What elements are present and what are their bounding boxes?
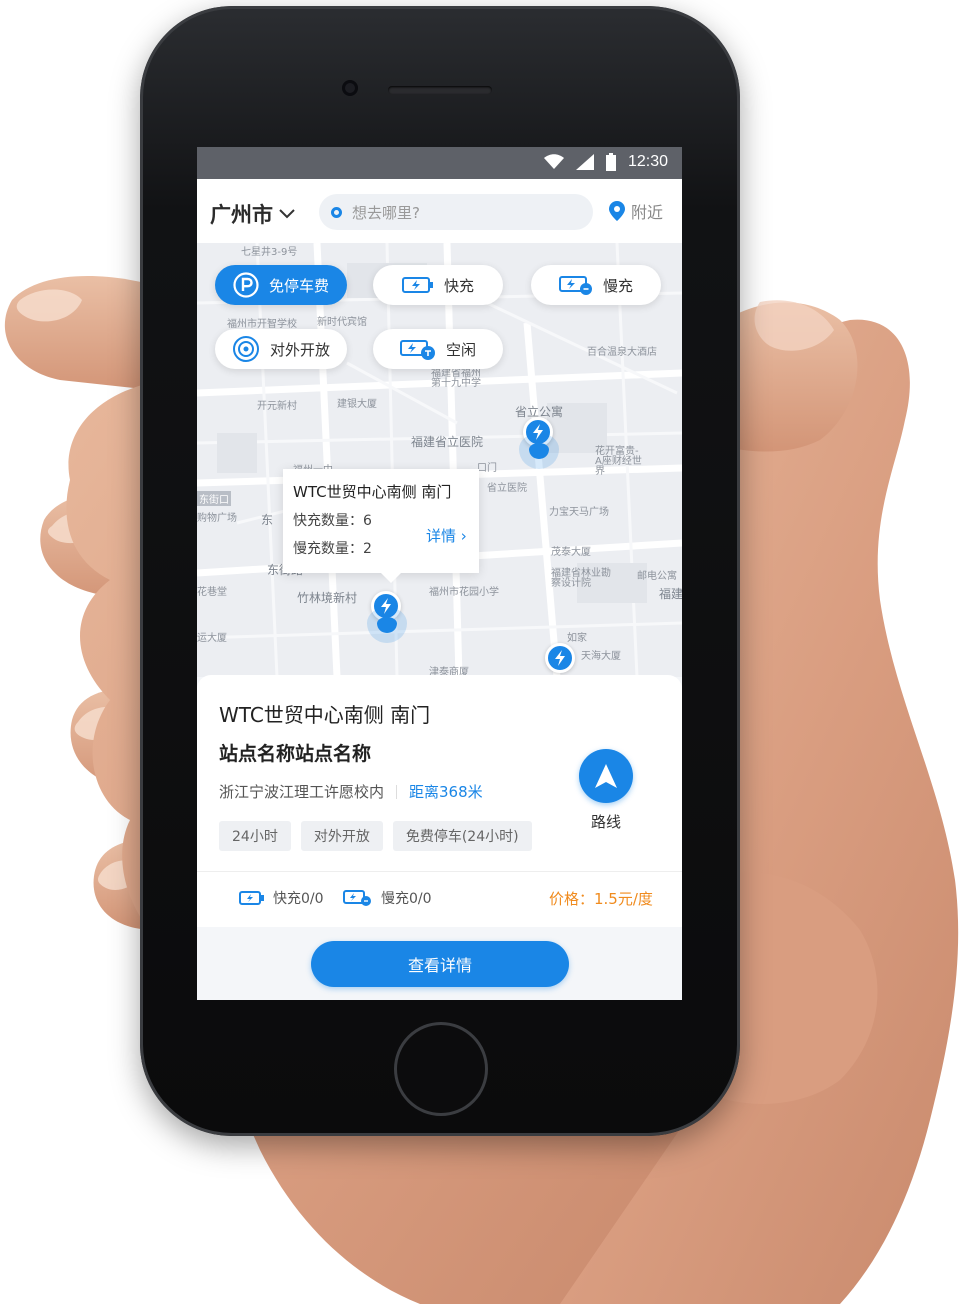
station-popup: WTC世贸中心南侧 南门 快充数量：6 慢充数量：2 详情 › [283,469,479,583]
map-label: 福建省福州第十九中学 [431,368,481,389]
filter-fast-charge[interactable]: 快充 [373,265,503,305]
chevron-down-icon [279,209,295,219]
station-address-row: 浙江宁波江理工许愿校内 距离368米 [219,781,483,802]
map-label: 力宝天马广场 [549,507,609,518]
map-label: 花巷堂 [197,587,227,598]
map-label: 口门 [477,463,497,474]
filter-label: 免停车费 [268,276,329,295]
map-label: 开元新村 [257,401,297,412]
idle-charger-icon [399,340,435,360]
city-selector[interactable]: 广州市 [210,199,295,229]
view-details-label: 查看详情 [407,956,472,975]
filter-label: 对外开放 [269,340,330,359]
map-label: 福州市开智学校 [227,319,297,330]
nearby-button[interactable]: 附近 [609,199,663,223]
map-label: 购物广场 [197,513,237,524]
filter-label: 慢充 [602,276,633,295]
map-label: 福州市花园小学 [429,587,499,598]
map-label: 福建省林业勘察设计院 [551,568,611,589]
station-card: WTC世贸中心南侧 南门 站点名称站点名称 浙江宁波江理工许愿校内 距离368米… [197,675,682,1000]
map-label: 百合温泉大酒店 [587,347,657,358]
station-subtitle: 站点名称站点名称 [219,743,372,765]
status-bar: 12:30 [197,147,682,179]
chevron-right-icon: › [460,527,467,545]
tag: 24小时 [219,821,291,851]
map-label: 福建 [659,587,682,601]
top-bar: 广州市 想去哪里? 附近 [197,179,682,243]
tag: 对外开放 [300,821,383,851]
price: 价格：1.5元/度 [549,890,653,908]
map-label: 茂泰大厦 [551,547,591,558]
slow-stat-label: 慢充0/0 [381,891,432,907]
route-button[interactable]: 路线 [577,749,635,832]
station-pin[interactable] [545,643,577,673]
front-camera [342,80,358,96]
map-view[interactable]: 七星井3-9号 福州市开智学校 新时代宾馆 福建省福州第十九中学 百合温泉大酒店… [197,243,682,677]
slow-charge-icon [343,890,371,906]
view-details-button[interactable]: 查看详情 [311,941,569,987]
app-screen: 12:30 广州市 想去哪里? 附近 七星井3-9号 福州市开智学校 新时代宾馆… [197,147,682,1000]
map-label: 新时代宾馆 [317,317,367,328]
bolt-icon [555,650,565,666]
map-label: 东街口 [197,491,231,506]
navigation-arrow-icon [595,764,617,788]
route-label: 路线 [590,813,621,831]
filter-free-parking[interactable]: 免停车费 [215,265,347,305]
bolt-icon [533,424,543,440]
station-address: 浙江宁波江理工许愿校内 [219,783,385,801]
fast-charge-icon [401,277,433,293]
wifi-icon [543,154,564,169]
map-label: 运大厦 [197,633,227,644]
fast-stat-label: 快充0/0 [273,891,324,907]
detail-link-label: 详情 [426,527,457,545]
filter-slow-charge[interactable]: 慢充 [531,265,661,305]
station-pin[interactable] [371,591,403,633]
map-label: 东 [261,513,274,527]
popup-title: WTC世贸中心南侧 南门 [293,483,452,501]
search-input[interactable]: 想去哪里? [319,194,593,230]
map-label: 建银大厦 [337,399,377,410]
map-pin-icon [609,201,625,221]
location-dot-icon [331,206,342,218]
fast-stat: 快充0/0 [239,888,324,908]
earpiece-speaker [388,86,492,94]
nearby-label: 附近 [631,203,664,222]
map-label: 省立医院 [487,483,527,494]
map-label: 邮电公寓 [637,571,677,582]
signal-icon [575,154,594,170]
map-label: 天海大厦 [581,651,621,662]
map-label: 竹林境新村 [297,591,358,605]
search-placeholder: 想去哪里? [352,203,420,222]
clock: 12:30 [627,153,668,170]
battery-icon [605,153,616,171]
filter-idle[interactable]: 空闲 [373,329,503,369]
filter-open-public[interactable]: 对外开放 [215,329,347,369]
parking-icon [233,272,259,298]
city-label: 广州市 [210,203,273,227]
filter-label: 快充 [443,276,474,295]
station-distance: 距离368米 [409,783,483,801]
map-label: 福建省立医院 [411,435,484,449]
popup-pointer [381,573,401,583]
station-pin[interactable] [523,417,555,459]
map-label: 花开富贵-A座财经世界 [595,446,642,477]
home-button[interactable] [394,1022,488,1116]
map-label: 如家 [567,633,587,644]
bolt-icon [381,598,391,614]
open-public-icon [232,336,259,362]
fast-charge-icon [239,891,264,905]
slow-charge-icon [558,276,592,295]
station-tags: 24小时 对外开放 免费停车(24小时) [219,821,532,851]
slow-stat: 慢充0/0 [343,888,432,908]
station-name: WTC世贸中心南侧 南门 [219,703,431,727]
popup-detail-link[interactable]: 详情 › [426,525,467,546]
filter-label: 空闲 [445,340,476,359]
charger-stats: 快充0/0 慢充0/0 价格：1.5元/度 [197,871,682,923]
map-label: 七星井3-9号 [241,247,298,258]
divider [396,784,398,799]
tag: 免费停车(24小时) [392,821,532,851]
